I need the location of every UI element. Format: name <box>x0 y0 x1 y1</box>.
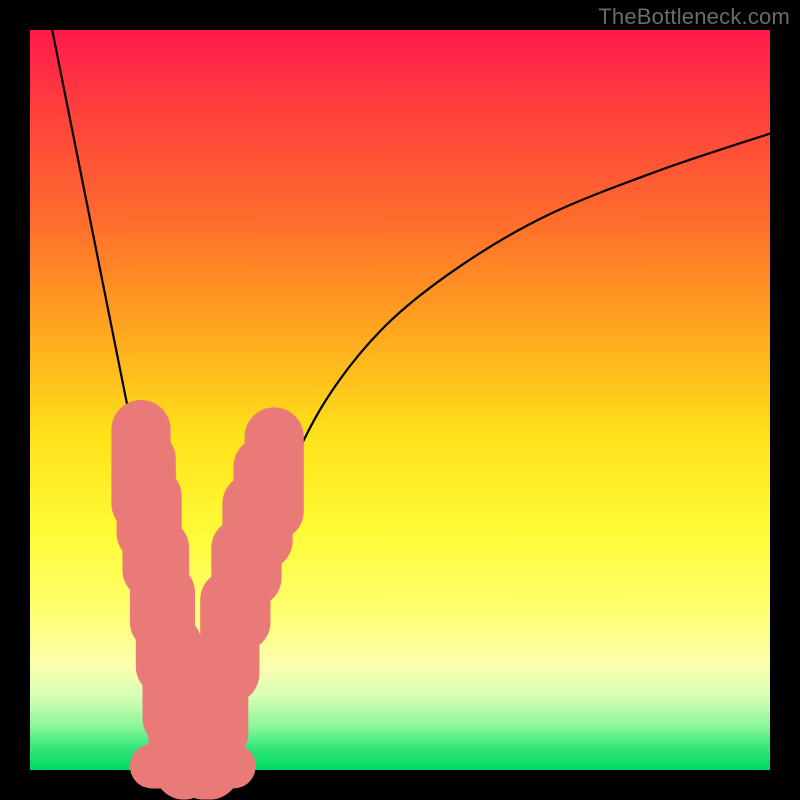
bottleneck-curve-svg <box>30 30 770 770</box>
plot-area <box>30 30 770 770</box>
curve-marker <box>245 407 304 540</box>
curve-markers <box>111 400 303 800</box>
chart-frame: TheBottleneck.com <box>0 0 800 800</box>
attribution-text: TheBottleneck.com <box>598 4 790 30</box>
